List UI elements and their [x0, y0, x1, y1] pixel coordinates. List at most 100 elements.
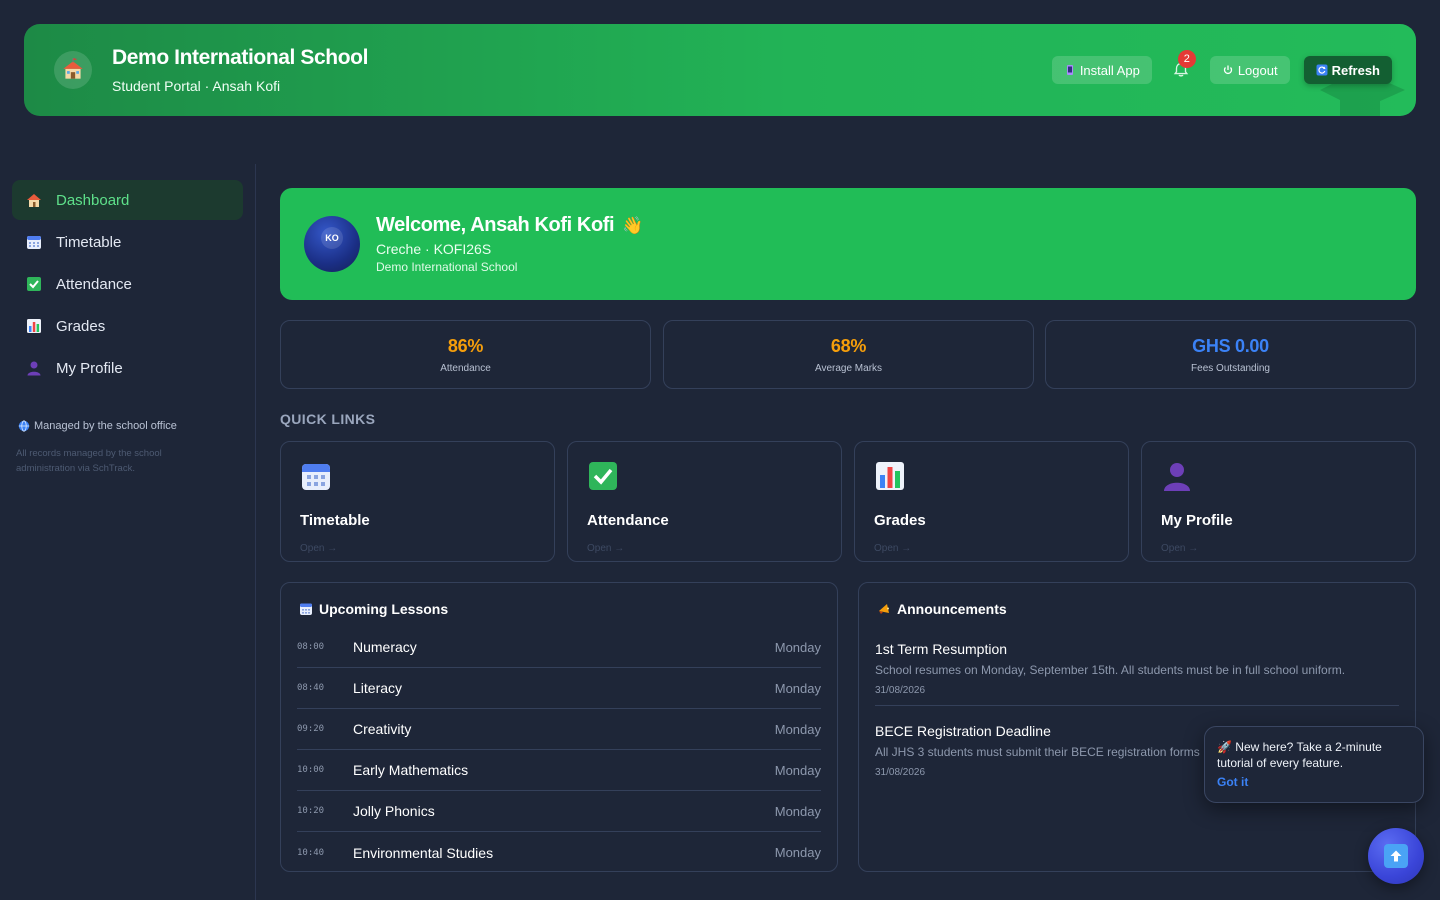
lesson-row[interactable]: 10:00 Early Mathematics Monday [297, 750, 821, 791]
panel-heading: Announcements [897, 601, 1007, 617]
quick-link-label: Timetable [300, 512, 370, 529]
quick-links-heading: QUICK LINKS [280, 411, 376, 427]
lesson-row[interactable]: 08:40 Literacy Monday [297, 668, 821, 709]
quick-link-label: My Profile [1161, 512, 1233, 529]
quick-link-my-profile[interactable]: My Profile Open → [1141, 441, 1416, 562]
toast-message: 🚀 New here? Take a 2-minute tutorial of … [1217, 739, 1411, 771]
lesson-row[interactable]: 10:40 Environmental Studies Monday [297, 832, 821, 871]
calendar-icon [26, 234, 42, 250]
lesson-row[interactable]: 10:20 Jolly Phonics Monday [297, 791, 821, 832]
bar-chart-icon [26, 318, 42, 334]
sidebar-item-label: Grades [56, 317, 106, 335]
lesson-day: Monday [774, 639, 821, 655]
install-app-label: Install App [1079, 62, 1140, 78]
rocket-icon: 🚀 [1217, 740, 1232, 754]
lesson-day: Monday [774, 721, 821, 737]
lesson-time: 10:20 [297, 806, 325, 816]
quick-link-label: Grades [874, 512, 926, 529]
waving-hand-icon: 👋 [622, 215, 643, 235]
lesson-time: 10:40 [297, 847, 325, 858]
lesson-subject: Literacy [353, 680, 403, 696]
user-icon [1161, 460, 1193, 492]
phone-icon [1064, 64, 1076, 76]
announcement-date: 31/08/2026 [875, 685, 926, 696]
lesson-subject: Jolly Phonics [353, 803, 435, 819]
calendar-icon [300, 603, 312, 615]
house-icon [26, 192, 42, 208]
quick-link-open: Open → [587, 543, 625, 554]
lesson-time: 09:20 [297, 724, 325, 734]
upcoming-lessons-panel: Upcoming Lessons 08:00 Numeracy Monday 0… [280, 582, 838, 872]
sidebar-item-dashboard[interactable]: Dashboard [12, 180, 243, 220]
lesson-day: Monday [774, 803, 821, 819]
stat-label: Fees Outstanding [1191, 362, 1270, 374]
scroll-to-top-button[interactable] [1368, 828, 1424, 884]
stat-card-fees-outstanding: GHS 0.00 Fees Outstanding [1045, 320, 1416, 389]
managed-text: Managed by the school office [34, 420, 177, 432]
sidebar-item-grades[interactable]: Grades [12, 306, 243, 346]
top-header: Demo International School Student Portal… [24, 24, 1416, 116]
sidebar-item-attendance[interactable]: Attendance [12, 264, 243, 304]
megaphone-icon [879, 604, 889, 614]
lesson-subject: Creativity [353, 721, 412, 737]
school-house-icon [54, 51, 92, 89]
panel-heading: Upcoming Lessons [319, 601, 449, 617]
calendar-icon [300, 460, 332, 492]
sidebar: Dashboard Timetable Attendance Grades My… [0, 164, 256, 900]
lesson-time: 08:00 [297, 642, 325, 652]
welcome-school: Demo International School [376, 260, 518, 274]
tutorial-toast: 🚀 New here? Take a 2-minute tutorial of … [1204, 726, 1424, 803]
quick-link-open: Open → [300, 543, 338, 554]
refresh-icon [1316, 64, 1328, 76]
got-it-button[interactable]: Got it [1217, 775, 1248, 789]
sidebar-item-label: Dashboard [56, 191, 130, 209]
install-app-button[interactable]: Install App [1051, 56, 1152, 84]
checkbox-icon [26, 276, 42, 292]
quick-link-open: Open → [1161, 543, 1199, 554]
avatar-initials: KO [321, 227, 343, 249]
announcement-body: School resumes on Monday, September 15th… [875, 663, 1346, 677]
sidebar-item-label: My Profile [56, 359, 123, 377]
quick-link-timetable[interactable]: Timetable Open → [280, 441, 555, 562]
lesson-day: Monday [774, 762, 821, 778]
welcome-title: Welcome, Ansah Kofi Kofi 👋 [376, 214, 643, 237]
avatar: KO [304, 216, 360, 272]
upcoming-lessons-title: Upcoming Lessons [299, 601, 448, 617]
stat-value: GHS 0.00 [1192, 335, 1269, 356]
quick-link-label: Attendance [587, 512, 669, 529]
sidebar-item-my-profile[interactable]: My Profile [12, 348, 243, 388]
logout-button[interactable]: Logout [1209, 56, 1290, 84]
portal-subtitle: Student Portal · Ansah Kofi [112, 78, 281, 94]
announcement-title: 1st Term Resumption [875, 641, 1008, 657]
lesson-day: Monday [774, 845, 821, 860]
sidebar-item-label: Attendance [56, 275, 132, 293]
divider [875, 705, 1399, 706]
managed-by-label: Managed by the school office [18, 420, 177, 432]
quick-link-grades[interactable]: Grades Open → [854, 441, 1129, 562]
lesson-row[interactable]: 09:20 Creativity Monday [297, 709, 821, 750]
checkbox-icon [587, 460, 619, 492]
class-info: Creche · KOFI26S [376, 241, 492, 257]
welcome-heading: Welcome, Ansah Kofi Kofi [376, 214, 615, 236]
lesson-subject: Numeracy [353, 639, 417, 655]
up-arrow-icon [1384, 844, 1408, 868]
lesson-time: 10:00 [297, 765, 325, 775]
bar-chart-icon [874, 460, 906, 492]
notifications-button[interactable]: 2 [1166, 50, 1196, 84]
lesson-subject: Environmental Studies [353, 844, 494, 861]
stat-label: Average Marks [814, 362, 883, 374]
announcements-title: Announcements [877, 601, 1007, 617]
announcement-item[interactable]: 1st Term Resumption School resumes on Mo… [875, 641, 1399, 696]
managed-note: All records managed by the school admini… [16, 448, 162, 474]
logout-label: Logout [1237, 62, 1278, 78]
toast-text: New here? Take a 2-minute tutorial of ev… [1217, 740, 1382, 770]
lesson-row[interactable]: 08:00 Numeracy Monday [297, 627, 821, 668]
stat-card-attendance: 86% Attendance [280, 320, 651, 389]
refresh-label: Refresh [1331, 62, 1380, 78]
lesson-time: 08:40 [297, 683, 325, 693]
stat-card-average-marks: 68% Average Marks [663, 320, 1034, 389]
power-icon [1222, 64, 1234, 76]
sidebar-item-timetable[interactable]: Timetable [12, 222, 243, 262]
refresh-button[interactable]: Refresh [1303, 56, 1392, 84]
quick-link-attendance[interactable]: Attendance Open → [567, 441, 842, 562]
